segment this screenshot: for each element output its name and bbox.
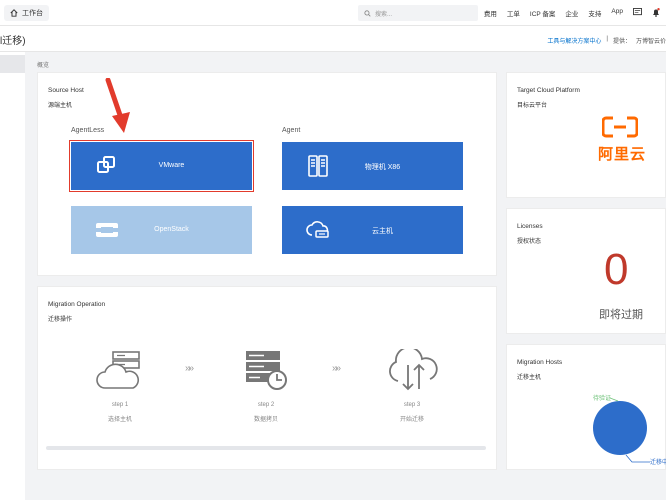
- top-nav: 费用 工单 ICP 备案 企业 支持 App: [484, 8, 666, 18]
- tools-solutions-link[interactable]: 工具与解决方案中心: [547, 36, 601, 45]
- page-title: l迁移): [0, 36, 26, 47]
- step-1: step 1 选择主机: [80, 402, 160, 423]
- sub-header: l迁移) 工具与解决方案中心 | 提供： 万博智云价: [0, 26, 666, 52]
- migration-operation-title: Migration Operation: [48, 301, 106, 308]
- nav-app[interactable]: App: [611, 8, 623, 18]
- divider: |: [606, 36, 608, 42]
- nav-fees[interactable]: 费用: [484, 8, 497, 18]
- licenses-subtitle: 授权状态: [517, 239, 542, 245]
- step-2-label: 数据拷贝: [253, 417, 278, 423]
- breadcrumb: 概览: [37, 63, 50, 69]
- cloud-host-tile[interactable]: 云主机: [282, 206, 463, 254]
- search-input[interactable]: 搜索...: [358, 5, 478, 21]
- step-3-label: 开始迁移: [399, 417, 424, 423]
- left-rail-selected-item[interactable]: [0, 55, 25, 73]
- step-2-number: step 2: [257, 402, 275, 408]
- nav-icp[interactable]: ICP 备案: [530, 8, 556, 18]
- source-host-title: Source Host: [48, 87, 84, 94]
- step-2: step 2 数据拷贝: [226, 402, 306, 423]
- workbench-label: 工作台: [22, 10, 43, 17]
- physical-x86-label: 物理机 X86: [364, 164, 401, 171]
- source-host-subtitle: 源端主机: [48, 103, 73, 109]
- target-platform-subtitle: 目标云平台: [517, 103, 548, 109]
- migration-hosts-subtitle: 迁移主机: [517, 375, 542, 381]
- agent-label: Agent: [282, 127, 301, 134]
- migration-progress-bar: [46, 446, 486, 450]
- nav-tickets[interactable]: 工单: [507, 8, 520, 18]
- search-icon: [364, 9, 371, 17]
- step-separator-2: »»: [332, 363, 341, 374]
- bell-icon[interactable]: [652, 8, 660, 17]
- migration-hosts-title: Migration Hosts: [517, 359, 563, 366]
- step-separator-1: »»: [185, 363, 194, 374]
- provider-name: 万博智云价: [635, 39, 666, 45]
- migration-operation-subtitle: 迁移操作: [48, 317, 73, 323]
- top-bar: 工作台 搜索... 费用 工单 ICP 备案 企业 支持 App: [0, 0, 666, 26]
- legend-migrating: 迁移中: [650, 460, 666, 466]
- vmware-label: VMware: [158, 162, 185, 169]
- aliyun-logo-icon: [602, 116, 638, 138]
- target-platform-card: Target Cloud Platform 目标云平台: [506, 72, 666, 198]
- license-count: 0: [604, 245, 629, 294]
- message-icon[interactable]: [633, 8, 642, 16]
- cloud-transfer-step-icon: [389, 349, 438, 391]
- aliyun-logo-text: 阿里云: [598, 146, 647, 163]
- cloud-host-step-icon: [96, 351, 140, 389]
- openstack-label: OpenStack: [154, 226, 189, 233]
- step-3-number: step 3: [403, 402, 421, 408]
- data-copy-step-icon: [246, 351, 287, 390]
- physical-x86-tile[interactable]: 物理机 X86: [282, 142, 463, 190]
- step-1-number: step 1: [111, 402, 129, 408]
- openstack-tile[interactable]: OpenStack: [71, 206, 252, 254]
- step-1-label: 选择主机: [107, 417, 132, 423]
- cloud-host-label: 云主机: [372, 228, 393, 235]
- red-arrow-icon: [105, 78, 130, 133]
- step-3: step 3 开始迁移: [372, 402, 452, 423]
- vmware-tile[interactable]: VMware: [69, 140, 254, 192]
- home-icon: [10, 9, 18, 17]
- workbench-button[interactable]: 工作台: [4, 5, 49, 21]
- left-rail: [0, 52, 25, 500]
- nav-enterprise[interactable]: 企业: [565, 8, 578, 18]
- provider-label: 提供：: [612, 39, 631, 45]
- sub-links: 工具与解决方案中心 | 提供： 万博智云价: [547, 36, 666, 45]
- search-placeholder: 搜索...: [375, 11, 393, 18]
- nav-support[interactable]: 支持: [588, 8, 601, 18]
- legend-pending: 待验证: [593, 396, 612, 402]
- license-status: 即将过期: [599, 309, 643, 321]
- target-platform-title: Target Cloud Platform: [517, 87, 580, 94]
- licenses-title: Licenses: [517, 223, 543, 230]
- pie-slice-migrating: [593, 401, 647, 455]
